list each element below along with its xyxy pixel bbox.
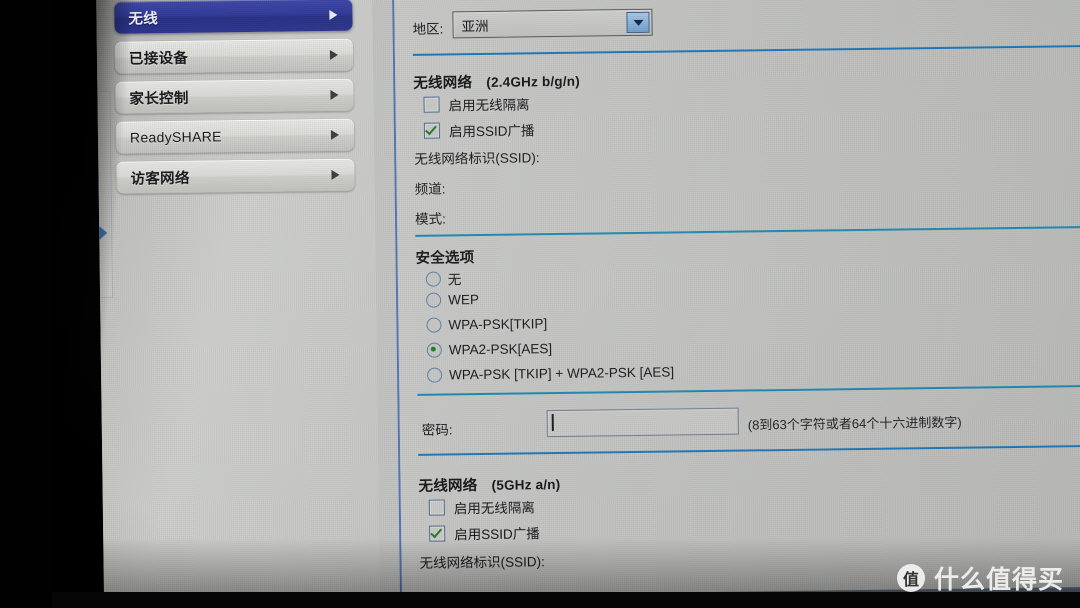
radio-security-wpa-psk-tkip-label: WPA-PSK[TKIP]	[448, 316, 548, 333]
security-option-mixed[interactable]: WPA-PSK [TKIP] + WPA2-PSK [AES]	[427, 364, 675, 383]
checkbox-isolation-5[interactable]	[428, 499, 445, 516]
radio-security-none[interactable]	[425, 271, 441, 287]
sidebar-item-label: ReadySHARE	[129, 128, 222, 146]
band-24-title-text: 无线网络	[413, 75, 473, 92]
chevron-right-icon	[331, 169, 340, 180]
band-24-subtitle: (2.4GHz b/g/n)	[486, 73, 580, 90]
security-option-wpa2-psk-aes[interactable]: WPA2-PSK[AES]	[426, 341, 553, 358]
wireless-settings-panel: 区域选择 地区: 亚洲 无线网络 (2.4GHz b/g/n) 启用无线隔离 启…	[393, 0, 1080, 608]
sidebar-item-parental-control[interactable]: 家长控制	[115, 78, 354, 114]
sidebar-item-label: 无线	[128, 10, 159, 28]
checkbox-ssid-broadcast-5[interactable]	[429, 525, 446, 542]
radio-security-mixed-label: WPA-PSK [TKIP] + WPA2-PSK [AES]	[449, 364, 675, 383]
watermark-logo: 值	[896, 564, 925, 592]
region-select[interactable]: 亚洲	[452, 8, 653, 39]
band-5-subtitle: (5GHz a/n)	[491, 476, 561, 493]
checkbox-isolation-24-label: 启用无线隔离	[448, 97, 530, 114]
band-24-mode-label: 模式:	[414, 211, 446, 227]
section-rule	[417, 384, 1080, 396]
security-option-none[interactable]: 无	[425, 268, 462, 288]
photo-left-edge	[0, 0, 52, 608]
checkbox-isolation-5-label: 启用无线隔离	[453, 500, 535, 517]
chevron-right-icon	[330, 129, 340, 140]
band-5-isolation-row[interactable]: 启用无线隔离	[428, 496, 535, 517]
sidebar-item-label: 访客网络	[130, 170, 190, 188]
sidebar-item-guest-network[interactable]: 访客网络	[116, 158, 355, 194]
band-24-isolation-row[interactable]: 启用无线隔离	[423, 93, 530, 114]
sidebar-item-label: 家长控制	[129, 90, 189, 108]
band-24-ssid-broadcast-row[interactable]: 启用SSID广播	[423, 119, 535, 140]
question-mark-icon: ?	[407, 601, 423, 608]
sidebar-item-label: 已接设备	[128, 50, 189, 68]
security-option-wpa-psk-tkip[interactable]: WPA-PSK[TKIP]	[426, 316, 547, 333]
chevron-right-icon	[329, 9, 338, 20]
region-select-value: 亚洲	[461, 18, 489, 34]
chevron-right-icon	[330, 89, 339, 100]
checkbox-ssid-broadcast-24[interactable]	[423, 122, 441, 139]
section-rule	[418, 444, 1080, 456]
sidebar-item-readyshare[interactable]: ReadySHARE	[115, 118, 355, 154]
region-label: 地区:	[412, 21, 444, 37]
radio-security-none-label: 无	[447, 272, 462, 288]
radio-security-wpa-psk-tkip[interactable]	[426, 317, 442, 333]
section-rule	[412, 44, 1080, 56]
band-5-ssid-broadcast-row[interactable]: 启用SSID广播	[429, 522, 540, 543]
section-rule	[415, 225, 1080, 237]
sidebar-nav: 无线 已接设备 家长控制 ReadySHARE 访客网络	[96, 0, 381, 608]
router-admin-screen: 无线 已接设备 家长控制 ReadySHARE 访客网络 地区: 亚洲 无线网络…	[96, 0, 1080, 608]
band-5-title-text: 无线网络	[418, 478, 478, 495]
checkbox-isolation-24[interactable]	[423, 96, 440, 113]
sidebar-item-attached-devices[interactable]: 已接设备	[114, 38, 354, 74]
security-option-wep[interactable]: WEP	[426, 292, 479, 308]
screenshot-photo: 无线 已接设备 家长控制 ReadySHARE 访客网络 地区: 亚洲 无线网络…	[0, 0, 1080, 608]
band-5-title: 无线网络 (5GHz a/n)	[418, 473, 560, 496]
watermark: 值 什么值得买	[896, 560, 1064, 596]
sidebar-item-wireless[interactable]: 无线	[114, 0, 353, 34]
checkbox-ssid-broadcast-5-label: 启用SSID广播	[454, 526, 540, 543]
text-caret	[551, 414, 554, 432]
band-5-ssid-label: 无线网络标识(SSID):	[419, 554, 545, 571]
band-24-channel-label: 频道:	[414, 181, 446, 197]
radio-security-wpa2-psk-aes-label: WPA2-PSK[AES]	[448, 341, 553, 358]
chevron-down-icon[interactable]	[626, 11, 650, 34]
band-24-ssid-label: 无线网络标识(SSID):	[414, 150, 540, 167]
password-hint: (8到63个字符或者64个十六进制数字)	[747, 414, 962, 433]
password-input[interactable]	[546, 407, 739, 438]
checkbox-ssid-broadcast-24-label: 启用SSID广播	[448, 123, 535, 140]
band-24-title: 无线网络 (2.4GHz b/g/n)	[413, 70, 580, 93]
watermark-text: 什么值得买	[933, 566, 1064, 594]
security-title: 安全选项	[415, 250, 475, 267]
sidebar-side-panel	[96, 90, 114, 299]
chevron-right-icon	[329, 49, 338, 60]
help-center-label: 帮助中心	[428, 598, 482, 608]
radio-security-wpa2-psk-aes[interactable]	[426, 342, 442, 358]
collapse-arrow-icon[interactable]	[99, 225, 108, 240]
password-label: 密码:	[421, 422, 453, 438]
radio-security-wep[interactable]	[426, 292, 442, 308]
radio-security-wep-label: WEP	[448, 292, 480, 308]
radio-security-mixed[interactable]	[427, 367, 443, 383]
